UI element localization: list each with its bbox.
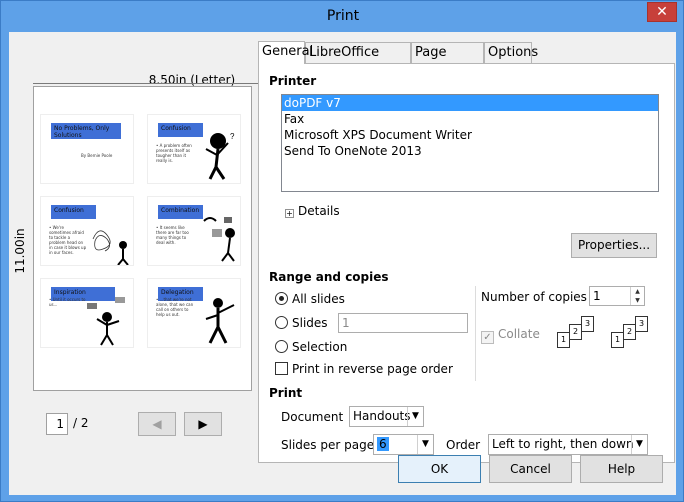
copies-spinner[interactable]: 1 ▲ ▼ xyxy=(589,286,645,306)
next-page-button[interactable]: ▶ xyxy=(184,412,222,436)
preview-slide: Inspiration • Until it occurs to us... xyxy=(40,278,134,348)
checkbox-checked-icon: ✓ xyxy=(481,331,494,344)
print-preview: No Problems, Only Solutions By Bernie Po… xyxy=(33,86,252,391)
page-number-input[interactable]: 1 xyxy=(46,413,68,435)
slides-per-page-label: Slides per page xyxy=(281,438,375,452)
order-label: Order xyxy=(446,438,481,452)
order-value: Left to right, then down xyxy=(492,437,634,451)
selection-label: Selection xyxy=(292,340,348,354)
close-button[interactable]: ✕ xyxy=(647,2,677,22)
slides-radio[interactable]: Slides xyxy=(275,316,328,330)
document-label: Document xyxy=(281,410,344,424)
all-slides-label: All slides xyxy=(292,292,345,306)
collated-pages-icon: 1 2 3 xyxy=(557,316,599,352)
ok-button[interactable]: OK xyxy=(398,455,481,483)
printer-item[interactable]: Microsoft XPS Document Writer xyxy=(282,127,658,143)
printer-section-title: Printer xyxy=(269,74,317,88)
chevron-down-icon[interactable]: ▼ xyxy=(407,407,423,426)
spin-buttons[interactable]: ▲ ▼ xyxy=(630,287,644,305)
radio-selected-icon xyxy=(275,292,288,305)
tab-options[interactable]: Options xyxy=(484,42,538,63)
spin-down-icon[interactable]: ▼ xyxy=(631,296,644,305)
details-label: Details xyxy=(298,204,340,218)
print-section-title: Print xyxy=(269,386,303,400)
collate-checkbox[interactable]: ✓ Collate xyxy=(481,327,540,344)
slide-title: Confusion xyxy=(158,123,203,137)
inspired-figure-icon xyxy=(87,297,125,346)
plus-icon: + xyxy=(285,209,294,218)
order-select[interactable]: Left to right, then down ▼ xyxy=(488,434,648,455)
printer-item[interactable]: Fax xyxy=(282,111,658,127)
slides-per-page-value: 6 xyxy=(377,437,389,451)
preview-slide: No Problems, Only Solutions By Bernie Po… xyxy=(40,114,134,184)
tab-page-layout[interactable]: Page Layout xyxy=(411,42,484,79)
print-dialog: Print ✕ 8.50in (Letter) 11.00in No Probl… xyxy=(0,0,684,502)
details-expander[interactable]: + Details xyxy=(285,204,340,218)
properties-button[interactable]: Properties... xyxy=(571,233,657,258)
preview-slide: Confusion • A problem often presents its… xyxy=(147,114,241,184)
slide-title: Combination xyxy=(158,205,203,219)
previous-page-button[interactable]: ◀ xyxy=(138,412,176,436)
triangle-left-icon: ◀ xyxy=(152,417,162,431)
cancel-button[interactable]: Cancel xyxy=(489,455,572,483)
preview-slide: Delegation • ...that we're not alone, th… xyxy=(147,278,241,348)
selection-radio[interactable]: Selection xyxy=(275,340,347,354)
svg-text:?: ? xyxy=(230,132,235,141)
page-total-label: / 2 xyxy=(73,416,89,430)
general-tab-panel: Printer doPDF v7 Fax Microsoft XPS Docum… xyxy=(258,63,675,463)
slides-label: Slides xyxy=(292,316,328,330)
copies-label: Number of copies xyxy=(481,290,587,304)
document-value: Handouts xyxy=(353,409,411,423)
reverse-order-label: Print in reverse page order xyxy=(292,362,453,376)
help-button[interactable]: Help xyxy=(580,455,663,483)
preview-slide: Confusion • We're sometimes afraid to ta… xyxy=(40,196,134,266)
radio-unselected-icon xyxy=(275,316,288,329)
preview-slide: Combination • It seems like there are fa… xyxy=(147,196,241,266)
slides-range-input[interactable]: 1 xyxy=(338,313,468,333)
chevron-down-icon[interactable]: ▼ xyxy=(631,435,647,454)
slide-title: No Problems, Only Solutions xyxy=(51,123,121,139)
tab-libreoffice-impress[interactable]: LibreOffice Impress xyxy=(305,42,411,79)
spin-up-icon[interactable]: ▲ xyxy=(631,287,644,296)
slide-body: • ...that we're not alone, that we can c… xyxy=(156,297,194,317)
triangle-right-icon: ▶ xyxy=(198,417,208,431)
slide-title: Confusion xyxy=(51,205,96,219)
collated-pages-icon: 1 2 3 xyxy=(611,316,653,352)
copies-value: 1 xyxy=(593,289,601,303)
reverse-order-checkbox[interactable]: Print in reverse page order xyxy=(275,362,453,376)
pointing-figure-icon xyxy=(205,298,235,344)
slide-body: • We're sometimes afraid to tackle a pro… xyxy=(49,225,87,255)
checkbox-unchecked-icon xyxy=(275,362,288,375)
slides-per-page-select[interactable]: 6 ▼ xyxy=(373,434,434,455)
document-select[interactable]: Handouts ▼ xyxy=(349,406,424,427)
chevron-down-icon[interactable]: ▼ xyxy=(417,435,433,454)
range-section-title: Range and copies xyxy=(269,270,389,284)
printer-item[interactable]: doPDF v7 xyxy=(282,95,658,111)
collate-label: Collate xyxy=(498,327,540,341)
slide-body: By Bernie Poole xyxy=(81,153,113,158)
printer-item[interactable]: Send To OneNote 2013 xyxy=(282,143,658,159)
tab-general[interactable]: General xyxy=(258,41,313,64)
preview-height-label: 11.00in xyxy=(13,228,27,274)
tangled-string-icon xyxy=(92,230,129,265)
printer-list[interactable]: doPDF v7 Fax Microsoft XPS Document Writ… xyxy=(281,94,659,192)
window-title: Print xyxy=(326,8,360,24)
slide-body: • Until it occurs to us... xyxy=(49,297,86,307)
dialog-client-area: 8.50in (Letter) 11.00in No Problems, Onl… xyxy=(9,32,676,495)
radio-unselected-icon xyxy=(275,340,288,353)
juggling-figure-icon xyxy=(203,217,235,262)
slide-body: • It seems like there are far too many t… xyxy=(156,225,189,245)
all-slides-radio[interactable]: All slides xyxy=(275,292,345,306)
confused-figure-icon: ? xyxy=(205,132,235,180)
slide-body: • A problem often presents itself as tou… xyxy=(156,143,192,163)
range-divider xyxy=(475,286,476,381)
